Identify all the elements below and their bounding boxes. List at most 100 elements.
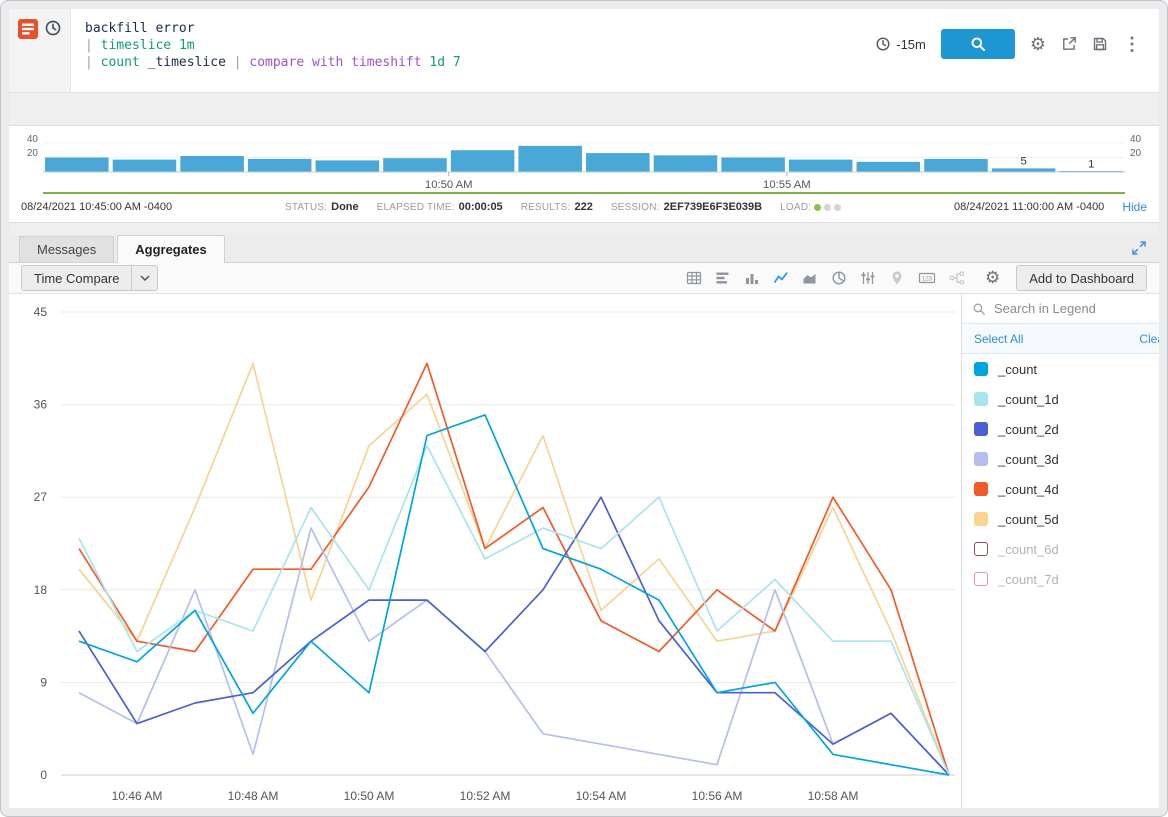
share-icon[interactable]	[1061, 36, 1077, 52]
svg-text:5: 5	[1020, 156, 1026, 168]
search-page: backfill error| timeslice 1m| count _tim…	[9, 9, 1159, 808]
chart-settings-gear-icon[interactable]: ⚙	[985, 268, 1000, 288]
settings-gear-icon[interactable]: ⚙	[1030, 35, 1046, 53]
aggregates-content: 0 9 18 27 36 45 10:46 AM 10:48 AM 10:50 AM 10:52 …	[9, 294, 1159, 808]
results-tabs: Messages Aggregates	[9, 235, 1159, 263]
histogram-yaxis-right: 4020	[1125, 134, 1159, 178]
history-icon[interactable]	[44, 19, 62, 37]
bar-horizontal-icon[interactable]	[715, 270, 731, 286]
legend-item[interactable]: _count_7d	[962, 564, 1159, 594]
svg-text:36: 36	[34, 398, 48, 412]
kebab-menu-icon[interactable]: ⋮	[1123, 34, 1141, 55]
clear-link[interactable]: Clear	[1139, 332, 1159, 346]
legend-label: _count_2d	[998, 422, 1059, 437]
search-icon	[970, 36, 986, 52]
spacer	[9, 93, 1159, 125]
time-range-clock-icon	[875, 36, 891, 52]
pie-chart-icon[interactable]	[831, 270, 847, 286]
legend-item[interactable]: _count_2d	[962, 414, 1159, 444]
time-range-value: -15m	[896, 37, 926, 52]
status-item: LOAD:	[780, 202, 841, 213]
svg-text:10:52 AM: 10:52 AM	[460, 789, 511, 803]
tab-aggregates[interactable]: Aggregates	[117, 235, 225, 263]
add-to-dashboard-button[interactable]: Add to Dashboard	[1016, 265, 1147, 291]
legend-swatch	[974, 542, 988, 556]
chart-area: 0 9 18 27 36 45 10:46 AM 10:48 AM 10:50 AM 10:52 …	[9, 294, 961, 808]
aggregates-toolbar: Time Compare	[9, 263, 1159, 294]
app-window: backfill error| timeslice 1m| count _tim…	[0, 0, 1168, 817]
legend-swatch	[974, 572, 988, 586]
legend-item[interactable]: _count_4d	[962, 474, 1159, 504]
svg-text:0: 0	[40, 768, 47, 782]
legend-swatch	[974, 422, 988, 436]
legend-item[interactable]: _count_1d	[962, 384, 1159, 414]
svg-text:10:54 AM: 10:54 AM	[576, 789, 627, 803]
time-compare-button[interactable]: Time Compare	[21, 265, 158, 291]
legend-swatch	[974, 452, 988, 466]
svg-text:123: 123	[922, 276, 933, 282]
legend-swatch	[974, 392, 988, 406]
time-compare-chevron[interactable]	[131, 266, 157, 290]
svg-text:10:55 AM: 10:55 AM	[763, 179, 811, 191]
histogram-end-time: 08/24/2021 11:00:00 AM -0400	[954, 201, 1104, 213]
time-compare-label: Time Compare	[22, 266, 131, 290]
svg-text:10:58 AM: 10:58 AM	[808, 789, 859, 803]
legend-search-icon	[972, 302, 986, 316]
legend-label: _count_1d	[998, 392, 1059, 407]
logo-panel	[9, 9, 71, 92]
svg-text:10:50 AM: 10:50 AM	[344, 789, 395, 803]
legend-label: _count_4d	[998, 482, 1059, 497]
column-chart-icon[interactable]	[744, 270, 760, 286]
legend-item[interactable]: _count_6d	[962, 534, 1159, 564]
legend-item[interactable]: _count_3d	[962, 444, 1159, 474]
time-range-selector[interactable]: -15m	[875, 36, 926, 52]
sumo-logic-logo-icon[interactable]	[18, 19, 38, 39]
table-icon[interactable]	[686, 270, 702, 286]
histogram-start-time: 08/24/2021 10:45:00 AM -0400	[21, 201, 172, 213]
map-pin-icon[interactable]	[889, 270, 905, 286]
status-item: STATUS:Done	[285, 201, 359, 213]
aggregate-line-chart[interactable]: 0 9 18 27 36 45 10:46 AM 10:48 AM 10:50 AM 10:52 …	[9, 294, 961, 808]
legend-search-input[interactable]	[994, 301, 1159, 316]
legend-item[interactable]: _count_5d	[962, 504, 1159, 534]
select-all-link[interactable]: Select All	[974, 332, 1023, 346]
tab-messages[interactable]: Messages	[19, 236, 114, 262]
legend-label: _count_6d	[998, 542, 1059, 557]
histogram-panel: 4020 5110:50 AM10:55 AM 4020 08/24/2021 …	[9, 125, 1159, 223]
area-chart-icon[interactable]	[802, 270, 818, 286]
legend-label: _count_3d	[998, 452, 1059, 467]
search-button[interactable]	[941, 29, 1015, 59]
chevron-down-icon	[140, 275, 150, 281]
legend-search-row	[962, 294, 1159, 324]
search-status-bar: 08/24/2021 10:45:00 AM -0400 STATUS:Done…	[9, 194, 1159, 222]
svg-text:27: 27	[34, 490, 48, 504]
svg-text:10:46 AM: 10:46 AM	[112, 789, 163, 803]
results-panel: Messages Aggregates Time Compare	[9, 235, 1159, 808]
message-histogram[interactable]: 5110:50 AM10:55 AM	[43, 134, 1125, 192]
save-icon[interactable]	[1092, 36, 1108, 52]
query-input[interactable]: backfill error| timeslice 1m| count _tim…	[71, 9, 857, 92]
svg-text:9: 9	[40, 675, 47, 689]
legend-swatch	[974, 482, 988, 496]
status-item: ELAPSED TIME:00:00:05	[377, 201, 503, 213]
svg-text:45: 45	[34, 305, 48, 319]
query-header: backfill error| timeslice 1m| count _tim…	[9, 9, 1159, 93]
line-chart-icon[interactable]	[773, 270, 789, 286]
legend-label: _count_5d	[998, 512, 1059, 527]
legend-item[interactable]: _count	[962, 354, 1159, 384]
svg-text:18: 18	[34, 583, 48, 597]
load-dot	[824, 204, 831, 211]
legend-label: _count_7d	[998, 572, 1059, 587]
transaction-flow-icon[interactable]	[949, 270, 965, 286]
spacer	[9, 223, 1159, 235]
histogram-yaxis-left: 4020	[9, 134, 43, 178]
box-plot-icon[interactable]	[860, 270, 876, 286]
expand-icon[interactable]	[1131, 240, 1147, 256]
hide-histogram-link[interactable]: Hide	[1122, 200, 1147, 214]
header-controls: -15m ⚙ ⋮	[857, 29, 1159, 59]
svg-text:1: 1	[1088, 158, 1094, 170]
single-value-icon[interactable]: 123	[918, 270, 936, 286]
status-item: SESSION:2EF739E6F3E039B	[611, 201, 762, 213]
legend-panel: Select All Clear _count _count_1d _count_2…	[961, 294, 1159, 808]
svg-text:10:48 AM: 10:48 AM	[228, 789, 279, 803]
